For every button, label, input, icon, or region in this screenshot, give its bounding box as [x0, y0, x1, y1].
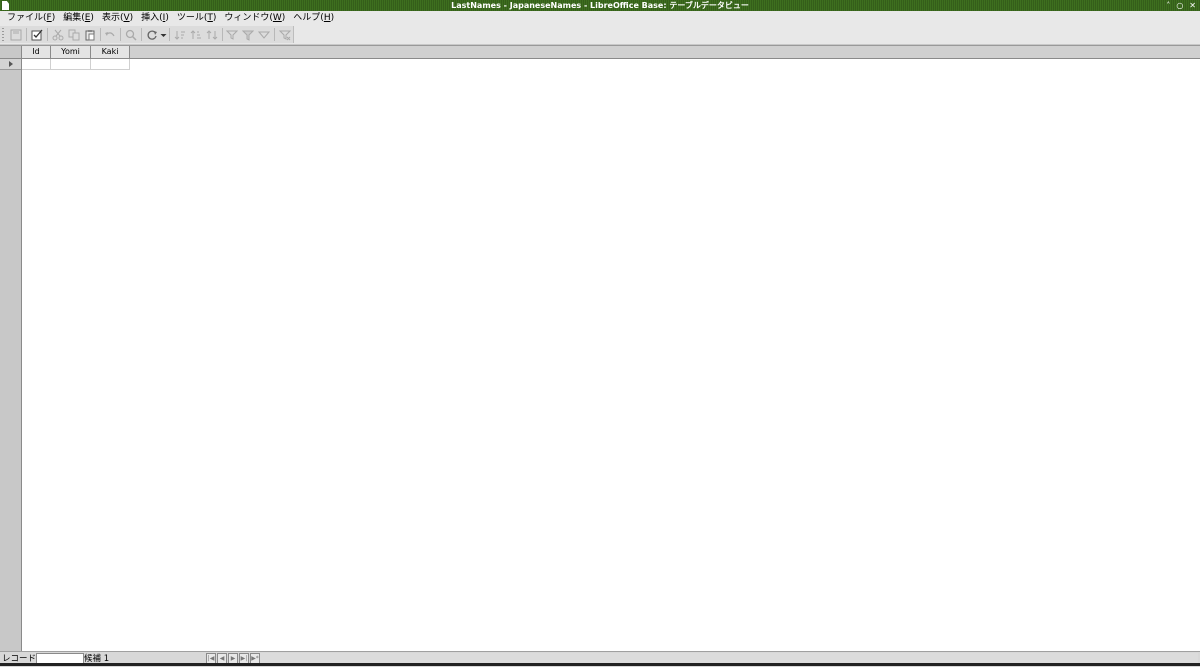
toolbar-separator — [274, 28, 276, 41]
paste-icon[interactable] — [84, 28, 96, 42]
find-icon[interactable] — [125, 28, 137, 42]
apply-filter-icon[interactable] — [258, 28, 271, 42]
menu-edit[interactable]: 編集(E) — [59, 11, 98, 25]
toolbar-separator — [141, 28, 142, 41]
menu-window[interactable]: ウィンドウ(W) — [220, 11, 289, 25]
maximize-icon[interactable]: ○ — [1176, 0, 1183, 11]
toolbar-separator — [168, 28, 170, 41]
grid-corner-cell[interactable] — [0, 46, 21, 59]
close-icon[interactable]: ✕ — [1189, 0, 1196, 11]
menu-file[interactable]: ファイル(F) — [3, 11, 59, 25]
autofilter-icon[interactable] — [226, 28, 239, 42]
edit-data-icon[interactable] — [31, 28, 43, 42]
document-icon — [2, 1, 9, 10]
toolbar-separator — [120, 28, 122, 41]
column-header-yomi[interactable]: Yomi — [51, 46, 91, 58]
toolbar-separator — [46, 28, 48, 41]
toolbar — [0, 25, 1200, 45]
copy-icon[interactable] — [68, 28, 80, 42]
standard-filter-icon[interactable] — [242, 28, 255, 42]
window-title: LastNames - JapaneseNames - LibreOffice … — [451, 1, 749, 10]
new-row-cell-yomi[interactable] — [51, 59, 91, 70]
table-data-grid[interactable]: Id Yomi Kaki — [0, 45, 1200, 652]
refresh-icon[interactable] — [146, 28, 158, 42]
cut-icon[interactable] — [52, 28, 64, 42]
minimize-icon[interactable]: ˄ — [1166, 0, 1170, 11]
menu-view[interactable]: 表示(V) — [98, 11, 137, 25]
menu-help[interactable]: ヘルプ(H) — [289, 11, 338, 25]
row-header-new-record[interactable] — [0, 59, 21, 70]
toolbar-separator — [99, 28, 101, 41]
undo-icon[interactable] — [104, 28, 116, 42]
menu-bar: ファイル(F) 編集(E) 表示(V) 挿入(I) ツール(T) ウィンドウ(W… — [0, 11, 1200, 25]
new-row-cell-kaki[interactable] — [91, 59, 130, 70]
current-row-arrow-icon — [9, 61, 13, 67]
menu-insert[interactable]: 挿入(I) — [137, 11, 173, 25]
sort-ascending-icon[interactable] — [174, 28, 186, 42]
new-row-cell-id[interactable] — [22, 59, 51, 70]
column-header-kaki[interactable]: Kaki — [91, 46, 130, 58]
table-data-toolbar — [0, 26, 294, 43]
sort-descending-icon[interactable] — [190, 28, 202, 42]
sort-icon[interactable] — [206, 28, 218, 42]
column-header-id[interactable]: Id — [22, 46, 51, 58]
remove-filter-icon[interactable] — [279, 28, 292, 42]
column-header-row: Id Yomi Kaki — [22, 46, 1200, 59]
toolbar-grip[interactable] — [2, 28, 5, 41]
chevron-down-icon[interactable] — [160, 28, 167, 42]
title-bar: LastNames - JapaneseNames - LibreOffice … — [0, 0, 1200, 11]
row-header-column[interactable] — [0, 46, 22, 652]
toolbar-separator — [221, 28, 223, 41]
window-controls: ˄ ○ ✕ — [1166, 0, 1196, 11]
toolbar-separator — [26, 28, 27, 41]
save-icon[interactable] — [10, 28, 22, 42]
menu-tools[interactable]: ツール(T) — [173, 11, 221, 25]
